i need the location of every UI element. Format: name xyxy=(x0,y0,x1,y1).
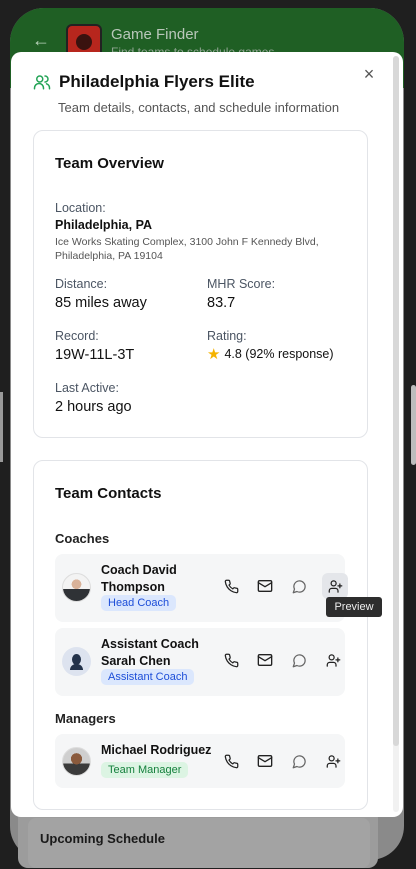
managers-section-label: Managers xyxy=(55,711,116,726)
modal-scrollbar-thumb[interactable] xyxy=(393,56,399,746)
message-icon[interactable] xyxy=(288,750,310,772)
modal-title: Philadelphia Flyers Elite xyxy=(59,72,255,91)
modal-description: Team details, contacts, and schedule inf… xyxy=(58,100,340,115)
address-line-1: Ice Works Skating Complex, 3100 John F K… xyxy=(55,236,319,248)
contact-actions xyxy=(220,750,344,772)
contact-item: Michael Rodriguez Team Manager xyxy=(55,734,345,788)
avatar xyxy=(62,573,91,602)
page-scrollbar[interactable] xyxy=(411,385,416,465)
mail-icon[interactable] xyxy=(254,575,276,597)
distance-value: 85 miles away xyxy=(55,295,147,311)
role-badge: Assistant Coach xyxy=(101,669,195,685)
contact-name: Coach David Thompson xyxy=(101,563,177,594)
user-plus-icon[interactable] xyxy=(322,573,348,599)
user-plus-icon[interactable] xyxy=(322,750,344,772)
contact-actions xyxy=(220,649,344,671)
team-overview-card: Team Overview Location: Philadelphia, PA… xyxy=(33,130,368,438)
phone-icon[interactable] xyxy=(220,649,242,671)
team-contacts-card: Team Contacts Coaches Coach David Thomps… xyxy=(33,460,368,810)
last-active-label: Last Active: xyxy=(55,381,119,395)
phone-icon[interactable] xyxy=(220,750,242,772)
card-title: Team Contacts xyxy=(55,485,162,502)
record-value: 19W-11L-3T xyxy=(55,347,135,363)
close-icon[interactable]: × xyxy=(359,64,379,84)
preview-tooltip: Preview xyxy=(326,597,382,617)
users-icon xyxy=(33,73,51,91)
star-icon: ★ xyxy=(207,346,221,363)
message-icon[interactable] xyxy=(288,649,310,671)
team-details-modal: × Philadelphia Flyers Elite Team details… xyxy=(11,52,403,817)
location-label: Location: xyxy=(55,201,106,215)
last-active-value: 2 hours ago xyxy=(55,399,132,415)
modal-scrollbar[interactable] xyxy=(393,56,399,812)
coaches-section-label: Coaches xyxy=(55,531,110,546)
record-label: Record: xyxy=(55,329,99,343)
rating-value: 4.8 (92% response) xyxy=(224,347,334,361)
rating: ★ 4.8 (92% response) xyxy=(207,345,334,363)
mhr-label: MHR Score: xyxy=(207,277,276,291)
phone-icon[interactable] xyxy=(220,575,242,597)
address-line-2: Philadelphia, PA 19104 xyxy=(55,250,163,262)
contact-item: Coach David Thompson Head Coach xyxy=(55,554,348,622)
role-badge: Head Coach xyxy=(101,595,177,611)
mail-icon[interactable] xyxy=(254,649,276,671)
background-schedule-title: Upcoming Schedule xyxy=(40,831,165,846)
page-scrollbar-left xyxy=(0,392,3,462)
mail-icon[interactable] xyxy=(254,750,276,772)
location-value: Philadelphia, PA xyxy=(55,218,153,232)
distance-label: Distance: xyxy=(55,277,108,291)
contact-item: Assistant Coach Sarah Chen Assistant Coa… xyxy=(55,628,345,696)
role-badge: Team Manager xyxy=(101,762,189,778)
message-icon[interactable] xyxy=(288,575,310,597)
contact-actions xyxy=(220,573,348,599)
avatar xyxy=(62,647,91,676)
avatar xyxy=(62,747,91,776)
rating-label: Rating: xyxy=(207,329,247,343)
arrow-left-icon[interactable]: ← xyxy=(32,30,50,51)
modal-header: Philadelphia Flyers Elite xyxy=(33,72,255,92)
contact-name: Assistant Coach Sarah Chen xyxy=(101,637,199,668)
mhr-value: 83.7 xyxy=(207,295,236,311)
user-plus-icon[interactable] xyxy=(322,649,344,671)
app-title: Game Finder xyxy=(111,26,199,43)
card-title: Team Overview xyxy=(55,155,164,172)
